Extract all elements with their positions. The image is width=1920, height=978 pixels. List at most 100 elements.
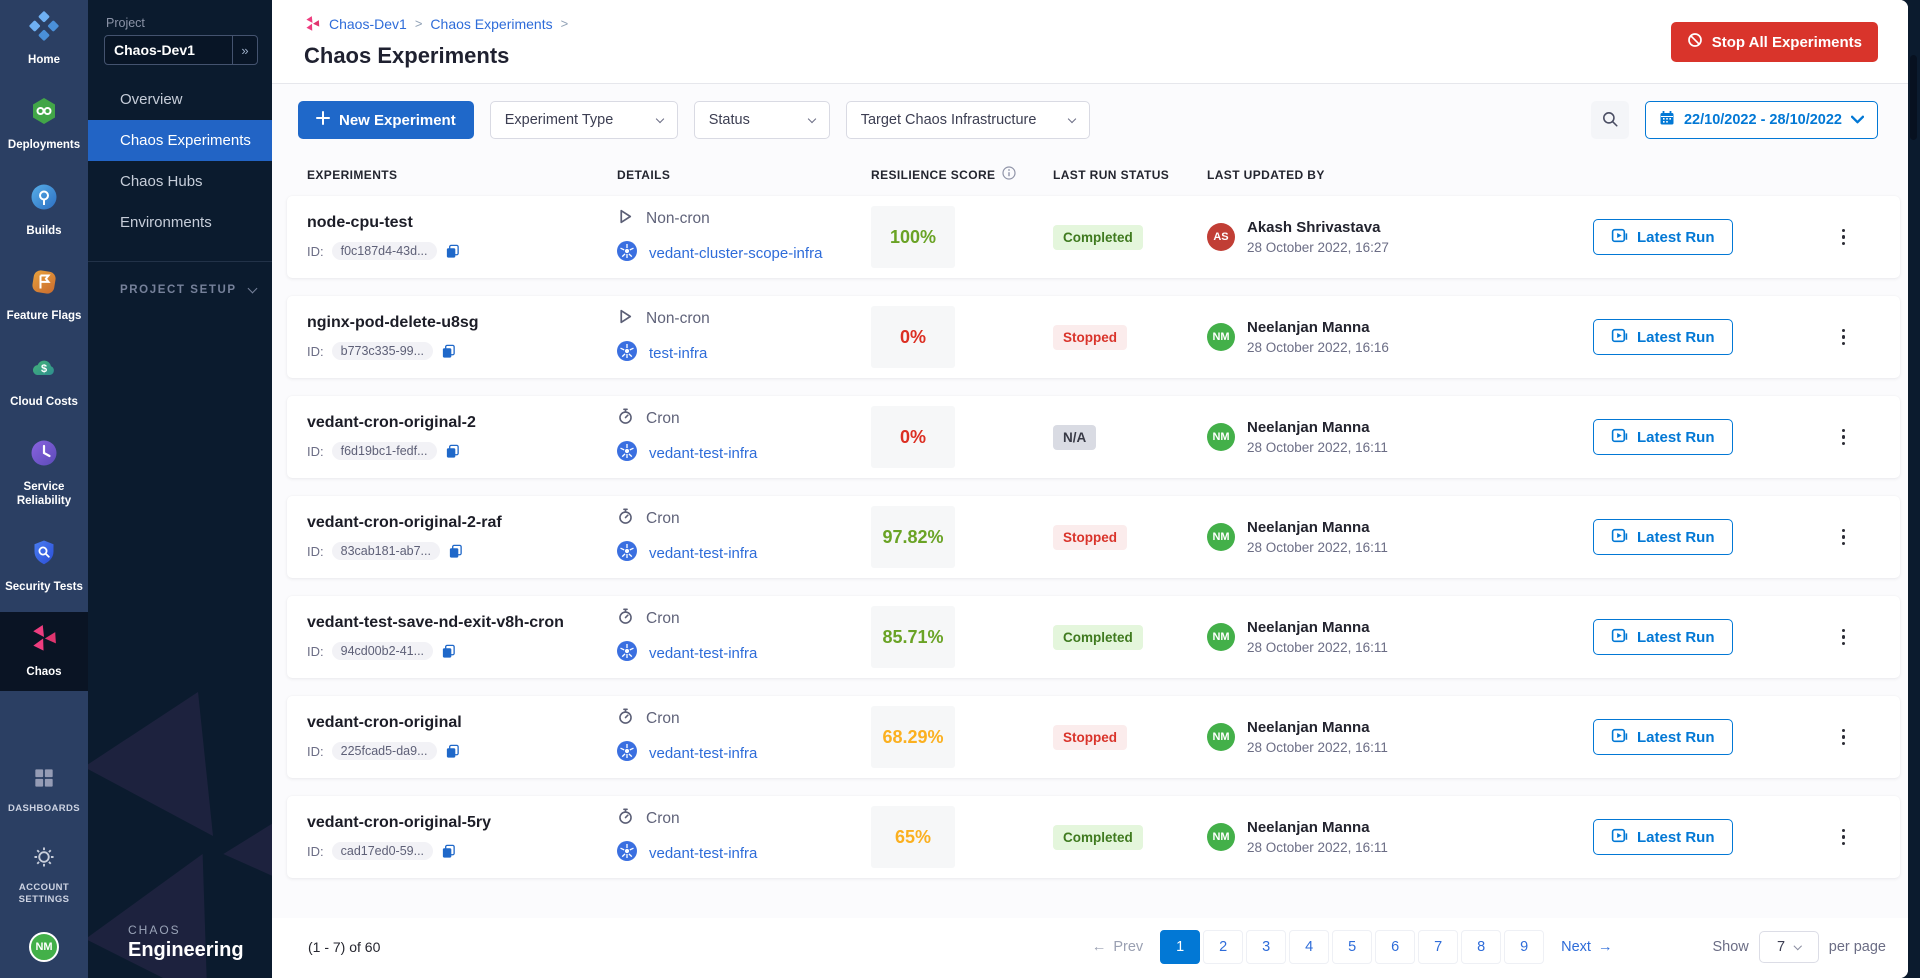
- kubernetes-icon: [617, 341, 637, 366]
- latest-run-button[interactable]: Latest Run: [1593, 219, 1733, 255]
- copy-icon[interactable]: [441, 643, 456, 659]
- target-infrastructure-filter[interactable]: Target Chaos Infrastructure: [846, 101, 1090, 139]
- next-page-button[interactable]: Next →: [1561, 939, 1612, 955]
- infra-link[interactable]: vedant-test-infra: [649, 445, 757, 462]
- stop-all-experiments-button[interactable]: Stop All Experiments: [1671, 22, 1878, 62]
- copy-icon[interactable]: [441, 343, 456, 359]
- infra-link[interactable]: test-infra: [649, 345, 707, 362]
- experiment-name[interactable]: vedant-cron-original-2-raf: [307, 514, 617, 532]
- nav-module-builds[interactable]: Builds: [0, 171, 88, 250]
- page-button-9[interactable]: 9: [1504, 930, 1544, 964]
- per-page-select[interactable]: 7: [1759, 931, 1819, 963]
- id-label: ID:: [307, 544, 324, 559]
- new-experiment-button[interactable]: New Experiment: [298, 101, 474, 139]
- copy-icon[interactable]: [445, 243, 460, 259]
- experiment-name[interactable]: vedant-test-save-nd-exit-v8h-cron: [307, 614, 617, 632]
- experiment-id-chip: b773c335-99...: [332, 342, 433, 360]
- id-label: ID:: [307, 744, 324, 759]
- info-icon[interactable]: [1002, 166, 1016, 183]
- nav-module-security-tests[interactable]: Security Tests: [0, 527, 88, 606]
- page-button-3[interactable]: 3: [1246, 930, 1286, 964]
- nav-module-deployments[interactable]: Deployments: [0, 85, 88, 164]
- resilience-score-value: 68.29%: [882, 727, 943, 748]
- latest-run-button[interactable]: Latest Run: [1593, 619, 1733, 655]
- date-range-picker[interactable]: 22/10/2022 - 28/10/2022: [1645, 101, 1878, 139]
- nav-module-home[interactable]: Home: [0, 0, 88, 79]
- status-filter[interactable]: Status: [694, 101, 830, 139]
- avatar: AS: [1207, 223, 1235, 251]
- sidebar-item-chaos-hubs[interactable]: Chaos Hubs: [88, 161, 272, 202]
- experiment-row: vedant-cron-original-2-raf ID: 83cab181-…: [287, 496, 1900, 578]
- project-name-input[interactable]: [105, 42, 232, 58]
- schedule-type: Non-cron: [646, 310, 710, 328]
- non-cron-icon: [617, 308, 634, 330]
- latest-run-button[interactable]: Latest Run: [1593, 719, 1733, 755]
- nav-account-settings[interactable]: ACCOUNT SETTINGS: [0, 833, 88, 918]
- latest-run-label: Latest Run: [1637, 729, 1715, 746]
- scrollbar-thumb[interactable]: [1910, 55, 1917, 140]
- status-badge: Completed: [1053, 825, 1143, 850]
- infra-link[interactable]: vedant-test-infra: [649, 745, 757, 762]
- nav-module-cloud-costs[interactable]: $ Cloud Costs: [0, 342, 88, 421]
- avatar: NM: [1207, 423, 1235, 451]
- experiment-name[interactable]: nginx-pod-delete-u8sg: [307, 314, 617, 332]
- experiment-type-filter[interactable]: Experiment Type: [490, 101, 678, 139]
- filter-label: Target Chaos Infrastructure: [861, 112, 1037, 128]
- copy-icon[interactable]: [448, 543, 463, 559]
- status-badge: Completed: [1053, 625, 1143, 650]
- experiment-row: vedant-cron-original-5ry ID: cad17ed0-59…: [287, 796, 1900, 878]
- nav-dashboards[interactable]: DASHBOARDS: [0, 754, 88, 827]
- nav-module-service-reliability[interactable]: Service Reliability: [0, 427, 88, 521]
- row-menu-kebab-icon[interactable]: [1836, 723, 1852, 752]
- nav-module-chaos[interactable]: Chaos: [0, 612, 88, 691]
- infra-link[interactable]: vedant-cluster-scope-infra: [649, 245, 822, 262]
- user-avatar[interactable]: NM: [29, 932, 59, 962]
- sidebar-item-chaos-experiments[interactable]: Chaos Experiments: [88, 120, 272, 161]
- kubernetes-icon: [617, 841, 637, 866]
- kubernetes-icon: [617, 541, 637, 566]
- latest-run-label: Latest Run: [1637, 329, 1715, 346]
- project-setup-section[interactable]: PROJECT SETUP: [120, 284, 256, 296]
- row-menu-kebab-icon[interactable]: [1836, 223, 1852, 252]
- page-button-7[interactable]: 7: [1418, 930, 1458, 964]
- page-button-5[interactable]: 5: [1332, 930, 1372, 964]
- row-menu-kebab-icon[interactable]: [1836, 523, 1852, 552]
- experiment-name[interactable]: vedant-cron-original-2: [307, 414, 617, 432]
- latest-run-button[interactable]: Latest Run: [1593, 519, 1733, 555]
- latest-run-button[interactable]: Latest Run: [1593, 319, 1733, 355]
- page-button-2[interactable]: 2: [1203, 930, 1243, 964]
- sidebar-item-overview[interactable]: Overview: [88, 79, 272, 120]
- experiment-name[interactable]: node-cpu-test: [307, 214, 617, 232]
- infra-link[interactable]: vedant-test-infra: [649, 545, 757, 562]
- resilience-score-value: 97.82%: [882, 527, 943, 548]
- sidebar-item-environments[interactable]: Environments: [88, 202, 272, 243]
- page-title: Chaos Experiments: [304, 43, 568, 69]
- row-menu-kebab-icon[interactable]: [1836, 623, 1852, 652]
- infra-link[interactable]: vedant-test-infra: [649, 845, 757, 862]
- copy-icon[interactable]: [441, 843, 456, 859]
- breadcrumb-project-link[interactable]: Chaos-Dev1: [329, 16, 407, 32]
- nav-module-feature-flags[interactable]: Feature Flags: [0, 256, 88, 335]
- page-button-4[interactable]: 4: [1289, 930, 1329, 964]
- page-button-1[interactable]: 1: [1160, 930, 1200, 964]
- breadcrumb-experiments-link[interactable]: Chaos Experiments: [430, 16, 552, 32]
- row-menu-kebab-icon[interactable]: [1836, 423, 1852, 452]
- sidebar-collapse-icon[interactable]: »: [232, 36, 257, 64]
- experiment-name[interactable]: vedant-cron-original-5ry: [307, 814, 617, 832]
- infra-link[interactable]: vedant-test-infra: [649, 645, 757, 662]
- row-menu-kebab-icon[interactable]: [1836, 323, 1852, 352]
- run-view-icon: [1611, 627, 1628, 648]
- latest-run-button[interactable]: Latest Run: [1593, 419, 1733, 455]
- row-menu-kebab-icon[interactable]: [1836, 823, 1852, 852]
- page-button-6[interactable]: 6: [1375, 930, 1415, 964]
- latest-run-button[interactable]: Latest Run: [1593, 819, 1733, 855]
- search-button[interactable]: [1591, 101, 1629, 139]
- copy-icon[interactable]: [445, 743, 460, 759]
- prev-page-button[interactable]: ← Prev: [1092, 939, 1143, 955]
- copy-icon[interactable]: [445, 443, 460, 459]
- page-button-8[interactable]: 8: [1461, 930, 1501, 964]
- column-resilience-score: RESILIENCE SCORE: [871, 168, 995, 182]
- nav-module-label: Feature Flags: [7, 309, 82, 323]
- experiment-name[interactable]: vedant-cron-original: [307, 714, 617, 732]
- next-label: Next: [1561, 939, 1591, 955]
